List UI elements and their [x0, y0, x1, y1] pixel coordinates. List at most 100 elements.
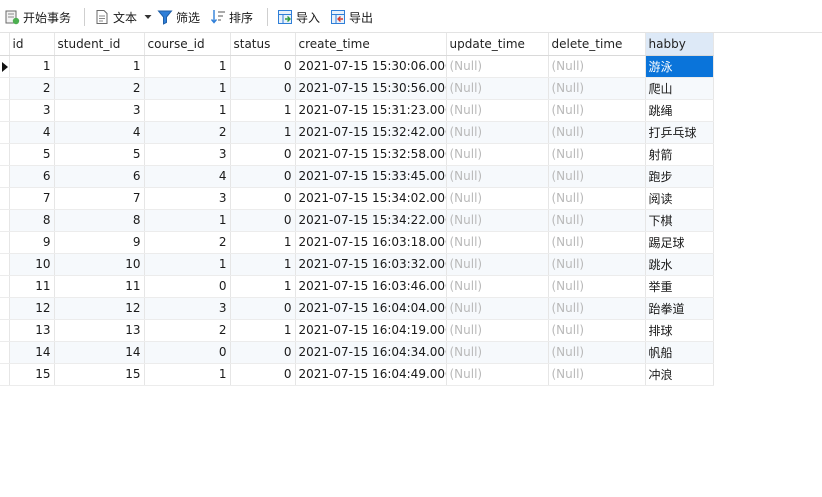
cell-student-id[interactable]: 15 [54, 363, 145, 386]
cell-course-id[interactable]: 1 [144, 55, 231, 78]
row-indicator[interactable] [0, 341, 10, 364]
cell-id[interactable]: 6 [9, 165, 55, 188]
cell-course-id[interactable]: 3 [144, 187, 231, 210]
import-button[interactable]: 导入 [277, 7, 320, 27]
table-row[interactable]: 2 2 1 0 2021-07-15 15:30:56.0000 (Null) (Null)… [0, 77, 714, 100]
cell-student-id[interactable]: 5 [54, 143, 145, 166]
table-row[interactable]: 1 1 1 0 2021-07-15 15:30:06.0000 (Null) (Null)… [0, 55, 714, 78]
cell-course-id[interactable]: 3 [144, 297, 231, 320]
cell-habby[interactable]: 举重 [645, 275, 714, 298]
export-button[interactable]: 导出 [330, 7, 373, 27]
cell-status[interactable]: 0 [230, 77, 296, 100]
cell-status[interactable]: 1 [230, 231, 296, 254]
cell-course-id[interactable]: 0 [144, 275, 231, 298]
cell-habby[interactable]: 射箭 [645, 143, 714, 166]
row-indicator[interactable] [0, 297, 10, 320]
cell-course-id[interactable]: 1 [144, 209, 231, 232]
cell-student-id[interactable]: 1 [54, 55, 145, 78]
cell-create-time[interactable]: 2021-07-15 15:30:56.0000 [295, 77, 447, 100]
cell-id[interactable]: 11 [9, 275, 55, 298]
cell-status[interactable]: 0 [230, 209, 296, 232]
cell-habby[interactable]: 跳绳 [645, 99, 714, 122]
cell-id[interactable]: 7 [9, 187, 55, 210]
cell-status[interactable]: 0 [230, 143, 296, 166]
table-row[interactable]: 15 15 1 0 2021-07-15 16:04:49.0000 (Null) (Nul… [0, 363, 714, 386]
cell-create-time[interactable]: 2021-07-15 16:04:04.0000 [295, 297, 447, 320]
cell-delete-time[interactable]: (Null) [548, 231, 646, 254]
cell-habby[interactable]: 踢足球 [645, 231, 714, 254]
row-indicator[interactable] [0, 231, 10, 254]
cell-habby[interactable]: 排球 [645, 319, 714, 342]
row-indicator[interactable] [0, 253, 10, 276]
cell-status[interactable]: 0 [230, 341, 296, 364]
cell-habby[interactable]: 打乒乓球 [645, 121, 714, 144]
table-row[interactable]: 14 14 0 0 2021-07-15 16:04:34.0000 (Null) (Nul… [0, 341, 714, 364]
row-indicator[interactable] [0, 55, 10, 78]
cell-status[interactable]: 0 [230, 297, 296, 320]
cell-habby[interactable]: 下棋 [645, 209, 714, 232]
cell-course-id[interactable]: 2 [144, 319, 231, 342]
cell-status[interactable]: 0 [230, 363, 296, 386]
cell-id[interactable]: 9 [9, 231, 55, 254]
cell-student-id[interactable]: 11 [54, 275, 145, 298]
cell-update-time[interactable]: (Null) [446, 121, 549, 144]
cell-student-id[interactable]: 9 [54, 231, 145, 254]
cell-update-time[interactable]: (Null) [446, 187, 549, 210]
table-row[interactable]: 10 10 1 1 2021-07-15 16:03:32.0000 (Null) (Nul… [0, 253, 714, 276]
cell-status[interactable]: 1 [230, 121, 296, 144]
cell-create-time[interactable]: 2021-07-15 16:04:19.0000 [295, 319, 447, 342]
cell-delete-time[interactable]: (Null) [548, 363, 646, 386]
cell-student-id[interactable]: 2 [54, 77, 145, 100]
row-indicator[interactable] [0, 77, 10, 100]
table-row[interactable]: 11 11 0 1 2021-07-15 16:03:46.0000 (Null) (Nul… [0, 275, 714, 298]
column-header-habby[interactable]: habby [645, 33, 714, 56]
cell-create-time[interactable]: 2021-07-15 15:33:45.0000 [295, 165, 447, 188]
row-indicator[interactable] [0, 319, 10, 342]
table-row[interactable]: 8 8 1 0 2021-07-15 15:34:22.0000 (Null) (Null)… [0, 209, 714, 232]
cell-delete-time[interactable]: (Null) [548, 55, 646, 78]
cell-create-time[interactable]: 2021-07-15 16:04:34.0000 [295, 341, 447, 364]
cell-create-time[interactable]: 2021-07-15 16:03:18.0000 [295, 231, 447, 254]
cell-habby[interactable]: 爬山 [645, 77, 714, 100]
cell-student-id[interactable]: 13 [54, 319, 145, 342]
cell-delete-time[interactable]: (Null) [548, 187, 646, 210]
cell-student-id[interactable]: 10 [54, 253, 145, 276]
cell-id[interactable]: 13 [9, 319, 55, 342]
row-indicator[interactable] [0, 99, 10, 122]
cell-course-id[interactable]: 2 [144, 231, 231, 254]
cell-course-id[interactable]: 4 [144, 165, 231, 188]
table-row[interactable]: 9 9 2 1 2021-07-15 16:03:18.0000 (Null) (Null)… [0, 231, 714, 254]
column-header-student-id[interactable]: student_id [54, 33, 145, 56]
cell-habby[interactable]: 阅读 [645, 187, 714, 210]
cell-update-time[interactable]: (Null) [446, 165, 549, 188]
table-row[interactable]: 3 3 1 1 2021-07-15 15:31:23.0000 (Null) (Null)… [0, 99, 714, 122]
table-row[interactable]: 6 6 4 0 2021-07-15 15:33:45.0000 (Null) (Null)… [0, 165, 714, 188]
cell-habby[interactable]: 游泳 [645, 55, 714, 78]
cell-habby[interactable]: 帆船 [645, 341, 714, 364]
cell-create-time[interactable]: 2021-07-15 15:32:58.0000 [295, 143, 447, 166]
cell-status[interactable]: 1 [230, 99, 296, 122]
cell-update-time[interactable]: (Null) [446, 77, 549, 100]
cell-update-time[interactable]: (Null) [446, 253, 549, 276]
cell-create-time[interactable]: 2021-07-15 15:34:22.0000 [295, 209, 447, 232]
cell-status[interactable]: 1 [230, 275, 296, 298]
cell-delete-time[interactable]: (Null) [548, 99, 646, 122]
cell-student-id[interactable]: 4 [54, 121, 145, 144]
cell-create-time[interactable]: 2021-07-15 15:34:02.0000 [295, 187, 447, 210]
cell-delete-time[interactable]: (Null) [548, 341, 646, 364]
cell-id[interactable]: 8 [9, 209, 55, 232]
cell-id[interactable]: 3 [9, 99, 55, 122]
cell-id[interactable]: 10 [9, 253, 55, 276]
column-header-create-time[interactable]: create_time [295, 33, 447, 56]
cell-update-time[interactable]: (Null) [446, 209, 549, 232]
column-header-delete-time[interactable]: delete_time [548, 33, 646, 56]
table-row[interactable]: 12 12 3 0 2021-07-15 16:04:04.0000 (Null) (Nul… [0, 297, 714, 320]
cell-update-time[interactable]: (Null) [446, 231, 549, 254]
cell-create-time[interactable]: 2021-07-15 16:03:46.0000 [295, 275, 447, 298]
cell-delete-time[interactable]: (Null) [548, 143, 646, 166]
column-header-course-id[interactable]: course_id [144, 33, 231, 56]
cell-student-id[interactable]: 12 [54, 297, 145, 320]
cell-id[interactable]: 2 [9, 77, 55, 100]
cell-student-id[interactable]: 7 [54, 187, 145, 210]
cell-habby[interactable]: 跳水 [645, 253, 714, 276]
